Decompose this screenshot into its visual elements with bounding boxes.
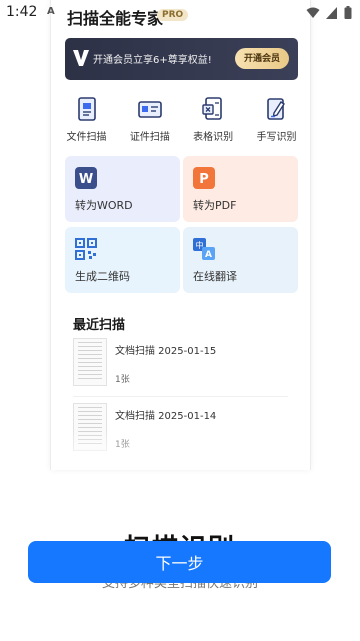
preview-fade (51, 430, 310, 470)
tile-label: 转为WORD (75, 199, 133, 212)
recent-item-name: 文档扫描 2025-01-15 (115, 346, 217, 357)
battery-icon (344, 6, 352, 19)
divider (73, 396, 288, 397)
quick-action-label: 文件扫描 (66, 132, 107, 143)
wifi-icon (306, 7, 320, 18)
tile-online-translate[interactable]: 中 A 在线翻译 (183, 227, 298, 293)
open-membership-button[interactable]: 开通会员 (234, 48, 289, 69)
vip-logo-icon (73, 50, 89, 66)
recent-item-name: 文档扫描 2025-01-14 (115, 411, 217, 422)
app-preview: 扫描全能专家 PRO 开通会员立享6+尊享权益! 开通会员 文件扫描 证件扫描 … (50, 0, 311, 470)
quick-actions: 文件扫描 证件扫描 表格识别 手写识别 (55, 96, 308, 143)
status-bar: 1:42 A (0, 0, 360, 26)
recent-item-count: 1张 (115, 375, 130, 385)
onboarding-screen: 1:42 A 扫描全能专家 PRO 开通会员立享6+尊享权益! 开通会员 文件扫… (0, 0, 360, 641)
quick-action-label: 表格识别 (193, 132, 234, 143)
status-icons (306, 6, 352, 19)
tile-label: 在线翻译 (193, 270, 237, 283)
translate-icon-source: 中 (196, 240, 204, 250)
signal-icon (326, 6, 337, 19)
id-card-icon (138, 101, 162, 118)
pdf-icon-letter: P (199, 172, 209, 187)
table-icon (202, 97, 222, 120)
quick-action-table[interactable]: 表格识别 (182, 96, 245, 143)
quick-action-document-scan[interactable]: 文件扫描 (55, 96, 118, 143)
word-icon: W (75, 167, 97, 189)
handwriting-icon (267, 98, 286, 120)
document-thumbnail (73, 338, 107, 386)
quick-action-id-scan[interactable]: 证件扫描 (118, 96, 181, 143)
notification-a-icon: A (47, 6, 55, 17)
document-scan-icon (77, 97, 96, 121)
tile-generate-qrcode[interactable]: 生成二维码 (65, 227, 180, 293)
next-button[interactable]: 下一步 (28, 541, 331, 583)
qrcode-icon (75, 238, 97, 260)
translate-icon: 中 A (193, 238, 215, 260)
quick-action-label: 证件扫描 (129, 132, 170, 143)
list-item[interactable]: 文档扫描 2025-01-15 1张 (73, 338, 288, 393)
recent-scans-title: 最近扫描 (73, 318, 126, 333)
vip-banner-text: 开通会员立享6+尊享权益! (93, 55, 212, 66)
translate-icon-target: A (205, 250, 212, 260)
tile-label: 生成二维码 (75, 270, 130, 283)
tile-label: 转为PDF (193, 199, 237, 212)
word-icon-letter: W (79, 172, 93, 187)
status-time: 1:42 (6, 4, 38, 20)
pdf-icon: P (193, 167, 215, 189)
quick-action-handwriting[interactable]: 手写识别 (245, 96, 308, 143)
vip-banner[interactable]: 开通会员立享6+尊享权益! 开通会员 (65, 38, 298, 80)
tile-to-pdf[interactable]: P 转为PDF (183, 156, 298, 222)
tile-to-word[interactable]: W 转为WORD (65, 156, 180, 222)
quick-action-label: 手写识别 (256, 132, 297, 143)
